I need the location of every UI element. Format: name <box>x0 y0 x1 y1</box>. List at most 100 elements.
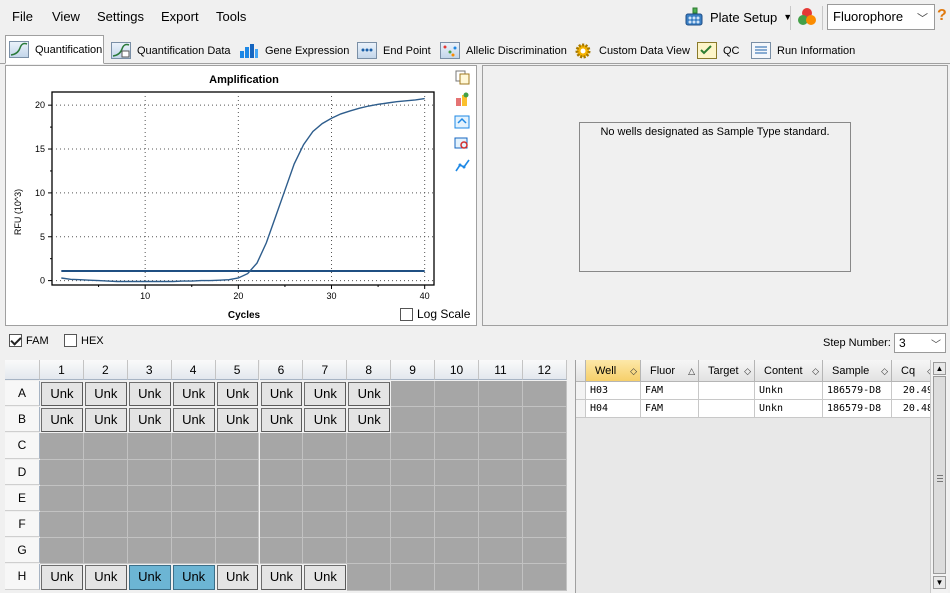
table-header-fluor[interactable]: Fluor △ <box>641 360 699 382</box>
log-scale-box[interactable] <box>400 307 413 321</box>
plate-well[interactable]: Unk <box>172 408 215 433</box>
menu-settings[interactable]: Settings <box>97 9 144 24</box>
plate-well[interactable] <box>479 564 523 591</box>
sort-indicator-icon[interactable]: ◇ <box>630 360 637 382</box>
plate-well[interactable]: Unk <box>216 565 259 590</box>
plate-well[interactable]: Unk <box>41 382 83 407</box>
plate-well[interactable]: Unk <box>41 565 83 590</box>
plate-well[interactable] <box>391 407 436 434</box>
tab-allelic-discrimination[interactable]: Allelic Discrimination <box>437 37 567 64</box>
menu-view[interactable]: View <box>52 9 80 24</box>
tab-gene-expression[interactable]: Gene Expression <box>236 37 350 64</box>
plate-well[interactable] <box>391 459 436 486</box>
fluor-checkbox-hex[interactable]: HEX <box>64 334 104 347</box>
plate-well[interactable] <box>303 512 348 539</box>
plate-well[interactable]: Unk <box>172 382 215 407</box>
plate-well[interactable] <box>435 512 479 539</box>
plate-well[interactable] <box>40 512 84 539</box>
plate-well[interactable]: Unk <box>260 382 303 407</box>
plate-well[interactable]: Unk <box>41 408 83 433</box>
plate-well[interactable] <box>215 538 260 565</box>
plate-setup-button[interactable]: Plate Setup ▼ <box>684 5 792 29</box>
plate-well[interactable] <box>435 407 479 434</box>
table-cell[interactable] <box>699 382 755 400</box>
plate-well[interactable] <box>215 512 260 539</box>
plate-well[interactable] <box>303 433 348 460</box>
plate-well[interactable] <box>259 459 304 486</box>
plate-well[interactable] <box>391 485 436 512</box>
plate-column-header[interactable]: 10 <box>435 360 479 380</box>
plate-well[interactable] <box>522 407 567 434</box>
scroll-down-arrow-icon[interactable]: ▼ <box>933 576 946 589</box>
plate-row-header[interactable]: F <box>5 512 40 538</box>
plate-well[interactable] <box>127 459 172 486</box>
plate-well[interactable] <box>171 433 216 460</box>
plate-well[interactable] <box>479 407 523 434</box>
plate-well[interactable] <box>171 538 216 565</box>
plate-column-header[interactable]: 12 <box>522 360 567 380</box>
plate-well[interactable]: Unk <box>128 408 171 433</box>
plate-well[interactable]: Unk <box>84 382 127 407</box>
plate-well[interactable] <box>83 512 128 539</box>
plate-well[interactable] <box>347 564 392 591</box>
plate-well[interactable]: Unk <box>172 565 215 590</box>
plate-well[interactable] <box>522 564 567 591</box>
plate-well[interactable] <box>215 459 260 486</box>
tab-quantification-data[interactable]: Quantification Data <box>108 37 232 64</box>
plate-well[interactable]: Unk <box>216 408 259 433</box>
plate-well[interactable] <box>127 485 172 512</box>
plate-well[interactable] <box>479 512 523 539</box>
menu-tools[interactable]: Tools <box>216 9 246 24</box>
plate-row-header[interactable]: G <box>5 538 40 564</box>
plate-well[interactable] <box>303 459 348 486</box>
menu-export[interactable]: Export <box>161 9 199 24</box>
plate-column-header[interactable]: 11 <box>479 360 523 380</box>
plate-well[interactable] <box>259 512 304 539</box>
tab-run-information[interactable]: Run Information <box>748 37 858 64</box>
plate-well[interactable]: Unk <box>260 565 303 590</box>
menu-file[interactable]: File <box>12 9 33 24</box>
plate-well[interactable] <box>215 485 260 512</box>
plate-well[interactable] <box>479 433 523 460</box>
amplification-chart[interactable]: Amplification Cycles RFU (10^3) 10 20 30 40… <box>6 66 476 325</box>
plate-column-header[interactable]: 7 <box>303 360 348 380</box>
plate-well[interactable] <box>522 538 567 565</box>
plate-well[interactable] <box>391 433 436 460</box>
sort-indicator-icon[interactable]: ◇ <box>881 360 888 382</box>
plate-well[interactable] <box>83 538 128 565</box>
plate-well[interactable] <box>347 485 392 512</box>
plate-well[interactable] <box>171 485 216 512</box>
tab-end-point[interactable]: End Point <box>354 37 432 64</box>
plate-well[interactable] <box>40 459 84 486</box>
curve-fit-icon[interactable] <box>454 158 471 173</box>
plate-well[interactable] <box>347 512 392 539</box>
fluorophore-select[interactable]: Fluorophore ﹀ <box>827 4 935 30</box>
sort-indicator-icon[interactable]: △ <box>688 360 695 382</box>
plate-well[interactable] <box>83 433 128 460</box>
plate-well[interactable]: Unk <box>348 382 391 407</box>
plate-well[interactable]: Unk <box>348 408 391 433</box>
plate-column-header[interactable]: 4 <box>171 360 216 380</box>
plate-row-header[interactable]: B <box>5 407 40 433</box>
plate-well[interactable] <box>435 538 479 565</box>
plate-well[interactable] <box>40 433 84 460</box>
tab-custom-data-view[interactable]: Custom Data View <box>570 37 690 64</box>
dye-colors-icon[interactable] <box>796 6 818 28</box>
plate-well[interactable] <box>127 512 172 539</box>
plate-well[interactable] <box>435 564 479 591</box>
plate-well[interactable] <box>435 485 479 512</box>
sort-indicator-icon[interactable]: ◇ <box>744 360 751 382</box>
plate-row-header[interactable]: A <box>5 381 40 407</box>
copy-icon[interactable] <box>454 70 471 85</box>
table-cell[interactable]: H03 <box>586 382 641 400</box>
plate-well[interactable] <box>215 433 260 460</box>
table-cell[interactable]: FAM <box>641 382 699 400</box>
plate-well[interactable]: Unk <box>304 382 347 407</box>
table-row-selector[interactable] <box>576 400 586 418</box>
table-header-target[interactable]: Target ◇ <box>699 360 755 382</box>
plate-well[interactable] <box>259 538 304 565</box>
plate-column-header[interactable]: 9 <box>391 360 436 380</box>
plate-row-header[interactable]: C <box>5 433 40 459</box>
plate-well[interactable] <box>171 512 216 539</box>
plate-column-header[interactable]: 6 <box>259 360 304 380</box>
